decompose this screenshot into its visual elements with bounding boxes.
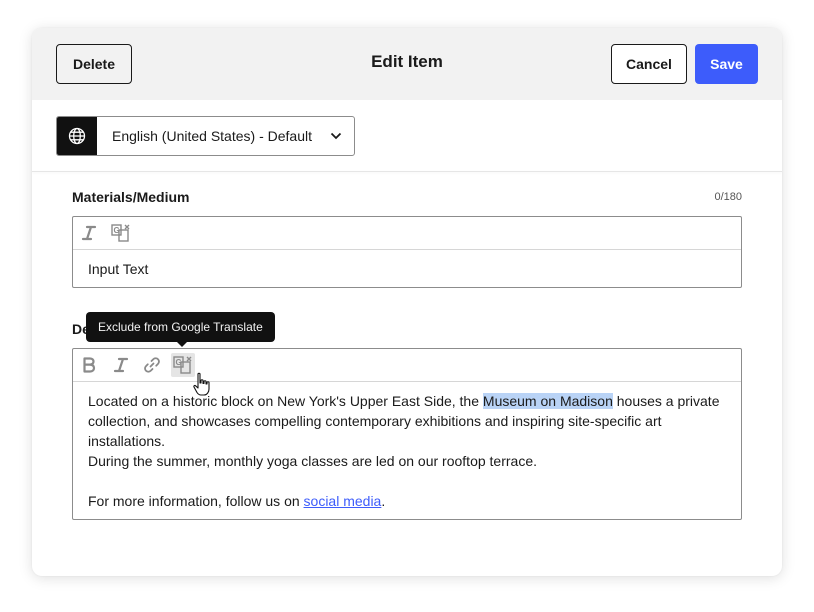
- tooltip: Exclude from Google Translate: [86, 312, 275, 342]
- link-icon[interactable]: [140, 353, 164, 377]
- language-select[interactable]: English (United States) - Default: [56, 116, 355, 156]
- italic-icon[interactable]: [109, 353, 133, 377]
- materials-editor[interactable]: G Input Text: [72, 216, 742, 288]
- social-media-link[interactable]: social media: [304, 493, 382, 509]
- save-button[interactable]: Save: [695, 44, 758, 84]
- selected-text: Museum on Madison: [482, 393, 613, 409]
- cancel-button[interactable]: Cancel: [611, 44, 687, 84]
- dialog-header: Delete Edit Item Cancel Save: [32, 28, 782, 100]
- italic-icon[interactable]: [77, 221, 101, 245]
- description-paragraph-2: During the summer, monthly yoga classes …: [88, 453, 537, 469]
- description-paragraph-1: Located on a historic block on New York'…: [88, 393, 720, 449]
- character-counter: 0/180: [714, 191, 742, 203]
- edit-item-dialog: Delete Edit Item Cancel Save English (Un…: [32, 28, 782, 576]
- chevron-down-icon: [318, 117, 354, 155]
- description-input[interactable]: Located on a historic block on New York'…: [73, 382, 741, 520]
- section-divider: [32, 171, 782, 172]
- bold-icon[interactable]: [77, 353, 101, 377]
- description-paragraph-3: For more information, follow us on socia…: [88, 493, 386, 509]
- description-toolbar: G: [73, 349, 741, 382]
- materials-input[interactable]: Input Text: [73, 250, 741, 288]
- materials-toolbar: G: [73, 217, 741, 250]
- description-editor[interactable]: G Located on a historic block on New Yor…: [72, 348, 742, 520]
- exclude-translate-icon[interactable]: G: [109, 221, 133, 245]
- materials-label: Materials/Medium: [72, 189, 190, 205]
- language-select-value: English (United States) - Default: [112, 128, 312, 144]
- hand-cursor-icon: [192, 372, 212, 403]
- tooltip-arrow: [176, 341, 188, 347]
- globe-icon: [57, 117, 97, 155]
